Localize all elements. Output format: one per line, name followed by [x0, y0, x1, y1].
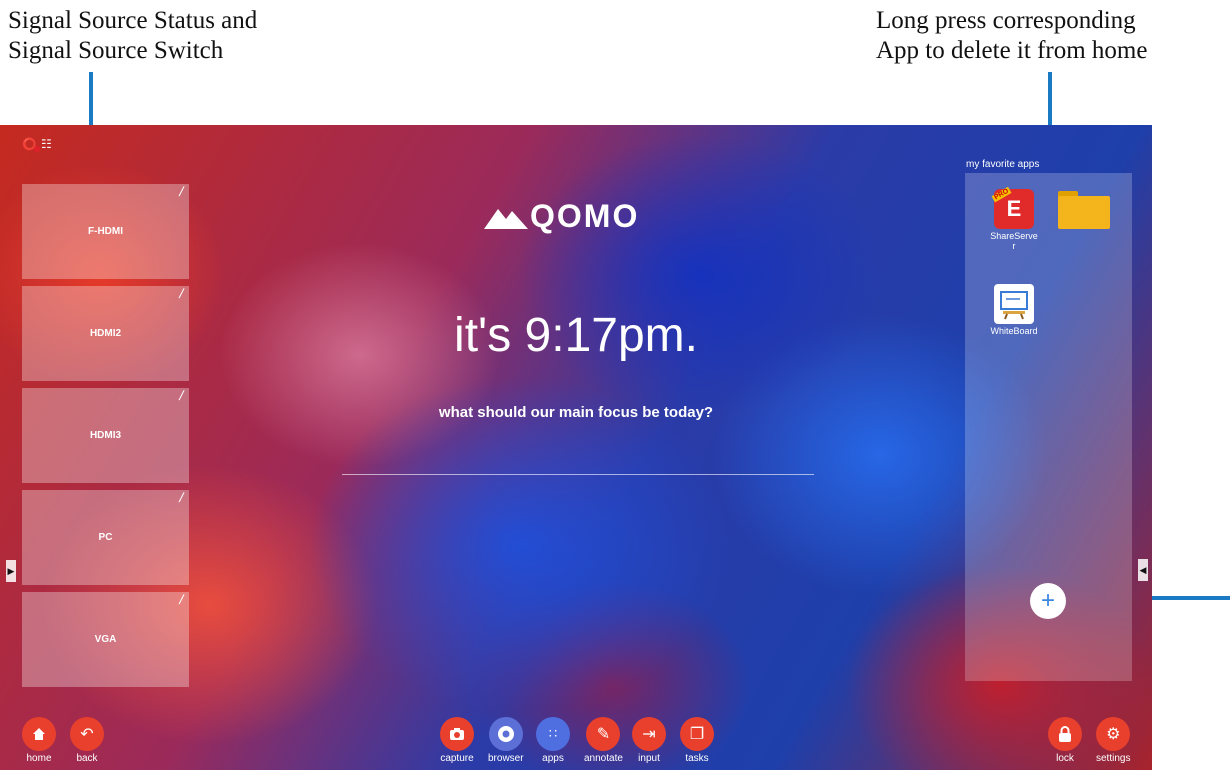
focus-input-line[interactable] — [342, 474, 814, 475]
gear-icon: ⚙ — [1096, 717, 1131, 751]
input-button[interactable]: ⇥ input — [632, 717, 666, 764]
wifi-icon: ⭕ — [22, 137, 40, 152]
app-label: ShareServer — [990, 231, 1038, 251]
callout-delete-app: Long press corresponding App to delete i… — [876, 6, 1147, 66]
plus-icon: + — [1040, 587, 1055, 614]
tasks-button[interactable]: ❐ tasks — [680, 717, 714, 764]
back-icon: ↶ — [70, 717, 104, 751]
source-label: F-HDMI — [88, 226, 123, 237]
chevron-right-icon: ▶ — [7, 565, 15, 576]
apps-button[interactable]: ∷ apps — [536, 717, 570, 764]
shareserver-icon: PRO E — [991, 186, 1034, 229]
edit-icon[interactable]: ╱ — [179, 187, 184, 196]
edit-icon[interactable]: ╱ — [179, 289, 184, 298]
whiteboard-icon — [994, 284, 1034, 324]
mountain-logo-icon — [484, 208, 528, 229]
home-button[interactable]: home — [22, 717, 56, 764]
status-bar: ⭕ ☷ — [22, 137, 52, 152]
browser-button[interactable]: browser — [488, 717, 524, 764]
app-whiteboard[interactable]: WhiteBoard — [984, 284, 1044, 336]
camera-icon — [440, 717, 474, 751]
source-tile-hdmi3[interactable]: HDMI3 ╱ — [22, 388, 189, 483]
pen-icon: ✎ — [586, 717, 621, 751]
callout-line: Signal Source Switch — [8, 37, 224, 64]
dock-label: back — [76, 753, 98, 764]
back-button[interactable]: ↶ back — [70, 717, 104, 764]
lock-icon — [1048, 717, 1082, 751]
dock-label: annotate — [584, 753, 623, 764]
chevron-left-icon: ◀ — [1139, 564, 1147, 575]
dock-label: input — [638, 753, 660, 764]
left-panel-handle[interactable]: ▶ — [6, 560, 16, 582]
callout-line: App to delete it from home — [876, 37, 1148, 64]
grid-icon: ∷ — [536, 717, 570, 751]
add-app-button[interactable]: + — [1030, 583, 1066, 619]
dock-label: home — [26, 753, 52, 764]
source-tile-vga[interactable]: VGA ╱ — [22, 592, 189, 687]
input-icon: ⇥ — [632, 717, 666, 751]
source-label: HDMI3 — [89, 430, 122, 441]
callout-signal-source: Signal Source Status and Signal Source S… — [8, 6, 257, 66]
edit-icon[interactable]: ╱ — [179, 493, 184, 502]
home-icon — [22, 717, 56, 751]
source-tile-pc[interactable]: PC ╱ — [22, 490, 189, 585]
dock-label: tasks — [685, 753, 709, 764]
favorites-title: my favorite apps — [966, 159, 1040, 170]
tasks-icon: ❐ — [680, 717, 714, 751]
shareserver-glyph: E — [1006, 196, 1022, 221]
lock-button[interactable]: lock — [1048, 717, 1082, 764]
dock-label: lock — [1056, 753, 1074, 764]
app-label: WhiteBoard — [990, 326, 1038, 336]
signal-source-panel: F-HDMI ╱ HDMI2 ╱ HDMI3 ╱ PC ╱ VGA ╱ — [22, 184, 189, 694]
source-label: VGA — [94, 634, 117, 645]
app-shareserver[interactable]: PRO E ShareServer — [984, 186, 1044, 251]
source-label: PC — [98, 532, 113, 543]
capture-button[interactable]: capture — [440, 717, 474, 764]
right-panel-handle[interactable]: ◀ — [1138, 559, 1148, 581]
app-folder[interactable] — [1054, 189, 1114, 229]
dock-label: browser — [488, 753, 524, 764]
edit-icon[interactable]: ╱ — [179, 391, 184, 400]
dock-label: apps — [542, 753, 564, 764]
annotate-button[interactable]: ✎ annotate — [584, 717, 623, 764]
source-tile-f-hdmi[interactable]: F-HDMI ╱ — [22, 184, 189, 279]
brand-logo: QOMO — [484, 198, 639, 235]
home-screen: ⭕ ☷ F-HDMI ╱ HDMI2 ╱ HDMI3 ╱ PC ╱ VGA ╱ … — [0, 125, 1152, 770]
callout-line: Long press corresponding — [876, 7, 1136, 34]
edit-icon[interactable]: ╱ — [179, 595, 184, 604]
callout-line: Signal Source Status and — [8, 7, 258, 34]
settings-button[interactable]: ⚙ settings — [1096, 717, 1130, 764]
folder-icon — [1058, 189, 1110, 229]
logo-text: QOMO — [530, 198, 640, 234]
network-icon: ☷ — [40, 137, 52, 151]
dock-label: capture — [440, 753, 474, 764]
dock-label: settings — [1096, 753, 1131, 764]
browser-icon — [488, 717, 523, 751]
